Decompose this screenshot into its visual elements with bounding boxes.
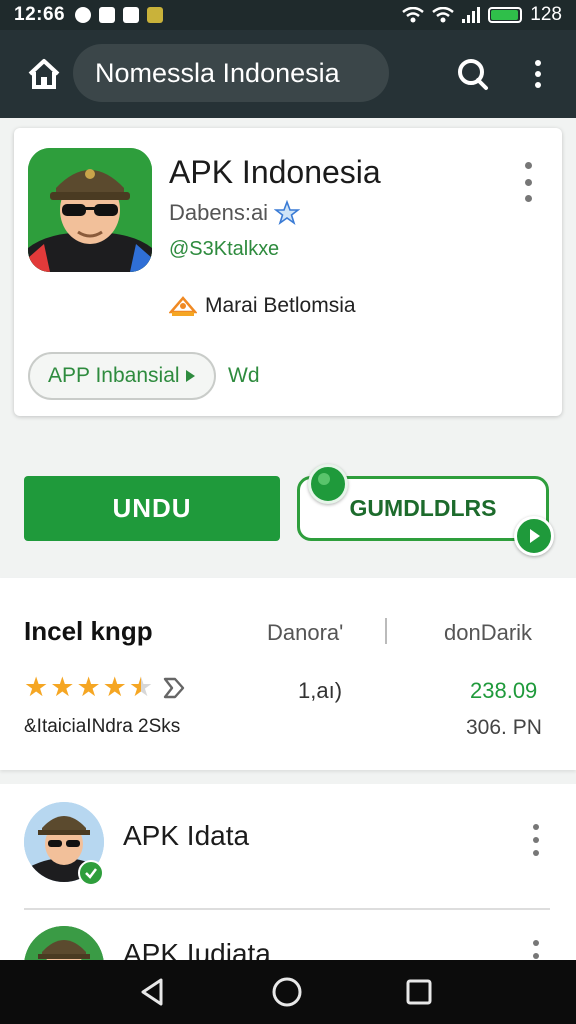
chip-arrow-icon <box>185 370 195 382</box>
wifi-icon <box>402 7 425 23</box>
system-nav-bar <box>0 960 576 1024</box>
battery-icon <box>488 7 523 23</box>
list-item[interactable]: APK Idata <box>0 784 576 910</box>
app-logo-icon <box>28 148 152 272</box>
rating-stars: ★ ★ ★ ★ ★ <box>24 672 185 703</box>
star-icon: ★ <box>24 672 49 702</box>
tag-arrow-icon <box>163 677 185 698</box>
app-badge-row: Marai Betlomsia <box>169 294 356 318</box>
message-icon <box>123 7 140 23</box>
badge-award-icon <box>169 296 197 316</box>
stats-col2-heading: Danora' <box>267 620 344 645</box>
search-icon[interactable] <box>452 54 492 94</box>
app-notification-icon <box>147 7 164 23</box>
more-vert-icon[interactable] <box>524 54 552 94</box>
list-item-title: APK Idata <box>123 820 250 851</box>
home-icon[interactable] <box>24 54 64 94</box>
app-header-card: APK Indonesia Dabens:ai @S3Ktalkхе Marai… <box>14 128 562 416</box>
star-icon: ★ <box>102 672 127 702</box>
star-half-icon: ★ <box>128 672 154 702</box>
stats-col2-value: 1,aı) <box>298 678 343 703</box>
app-title: APK Indonesia <box>169 154 381 190</box>
app-icon[interactable] <box>28 148 152 272</box>
sync-icon <box>75 7 92 23</box>
avatar <box>24 926 104 960</box>
stats-heading: Incel kngp <box>24 616 153 646</box>
install-button[interactable]: UNDU <box>24 476 280 541</box>
stats-divider <box>385 618 387 644</box>
stats-subtitle: &ItaiciaINdra 2Sks <box>24 716 181 737</box>
play-badge-icon[interactable] <box>514 516 554 556</box>
stats-col3-heading: donDarik <box>444 620 533 645</box>
search-input[interactable]: Nomessla Indonesia <box>73 44 389 102</box>
back-icon[interactable] <box>134 974 170 1010</box>
list-item-more-icon[interactable] <box>530 940 542 960</box>
wifi-icon-2 <box>432 7 455 23</box>
list-item-title: APK Iudiata <box>123 938 271 960</box>
chip-side-text: Wd <box>228 364 260 387</box>
avatar-face-icon <box>24 926 104 960</box>
related-apps-list: APK Idata APK Iudiata <box>0 784 576 960</box>
recents-icon[interactable] <box>401 974 437 1010</box>
verified-star-icon <box>274 200 301 226</box>
badge-label: Marai Betlomsia <box>205 294 356 317</box>
category-chip[interactable]: APP Inbansial <box>28 352 216 400</box>
app-tagline: @S3Ktalkхе <box>169 238 280 260</box>
category-chip-label: APP Inbansial <box>48 364 180 387</box>
list-item-more-icon[interactable] <box>530 824 542 856</box>
stats-col3-value: 238.09 <box>470 678 538 703</box>
list-item[interactable]: APK Iudiata <box>0 910 576 960</box>
star-icon: ★ <box>76 672 101 702</box>
home-circle-icon[interactable] <box>269 974 305 1010</box>
developer-name[interactable]: Dabens:ai <box>169 200 268 226</box>
notification-icon <box>99 7 116 23</box>
stats-col3-sub: 306. PN <box>466 716 542 739</box>
status-right-text: 128 <box>530 4 562 25</box>
check-icon <box>85 868 97 879</box>
developer-row[interactable]: Dabens:ai <box>169 200 301 226</box>
status-time: 12:66 <box>14 4 66 25</box>
verified-check-icon <box>78 860 104 886</box>
stats-section: Incel kngp Danora' donDarik ★ ★ ★ ★ ★ 1,… <box>0 578 576 770</box>
star-icon: ★ <box>50 672 75 702</box>
app-bar: Nomessla Indonesia <box>0 30 576 118</box>
status-bar: 12:66 128 <box>0 0 576 30</box>
signal-icon <box>462 7 481 23</box>
play-icon <box>530 529 540 543</box>
card-more-icon[interactable] <box>522 162 534 202</box>
status-dot-icon <box>308 464 348 504</box>
